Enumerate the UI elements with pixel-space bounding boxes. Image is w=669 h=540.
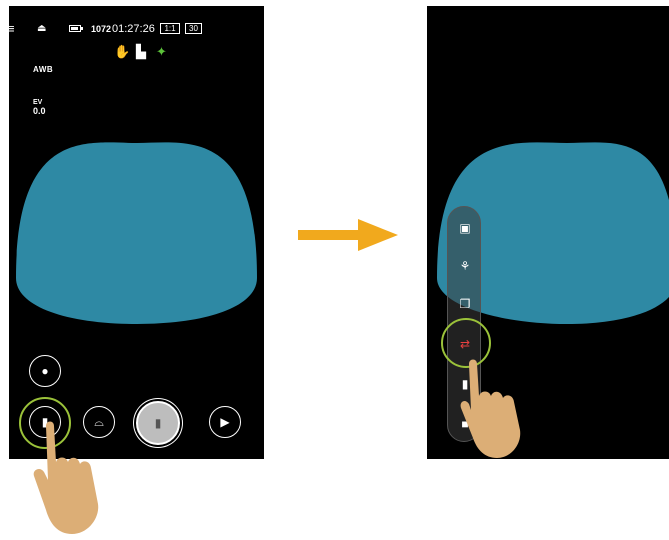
white-balance-label: AWB: [33, 65, 54, 74]
video-bike-icon: ⚘: [459, 259, 471, 273]
camera-screen-after: ▣ ⚘ ❐ ⇄ ▮ ■: [427, 6, 669, 459]
snapshot-button[interactable]: ●: [29, 355, 61, 387]
burst-icon: ❐: [459, 297, 471, 311]
time-remaining: 01:27:26: [112, 23, 155, 35]
video-camera-icon: ▮: [154, 416, 162, 430]
menu-icon[interactable]: ≡: [9, 20, 15, 38]
eject-icon[interactable]: ⏏: [37, 20, 46, 38]
ev-value: 0.0: [33, 106, 46, 116]
video-mode-icon: ▙: [136, 44, 146, 59]
playback-button[interactable]: ▶: [209, 406, 241, 438]
loop-recording-icon: ⇄: [459, 337, 471, 351]
shots-remaining: 1072: [91, 24, 112, 34]
record-button[interactable]: ▮: [136, 401, 180, 445]
stabilizer-icon: ✋: [114, 44, 131, 59]
battery-icon: [69, 25, 81, 32]
photo-frame-icon: ▣: [459, 221, 471, 235]
hand-pointer-icon: [33, 421, 99, 534]
arrow-right-icon: [298, 219, 398, 251]
aspect-ratio-badge: 1:1: [160, 23, 180, 34]
video-bike-mode-item[interactable]: ⚘: [448, 253, 482, 279]
loop-recording-mode-item[interactable]: ⇄: [448, 331, 482, 357]
photo-capture-icon: ●: [41, 364, 49, 378]
status-bar: ≡ ⏏ 1072 01:27:26 1:1 30: [9, 20, 264, 38]
photo-frame-mode-item[interactable]: ▣: [448, 215, 482, 241]
burst-mode-item[interactable]: ❐: [448, 291, 482, 317]
frame-rate-badge: 30: [185, 23, 202, 34]
hand-pointer-icon: [460, 359, 521, 458]
exposure-value: EV 0.0: [33, 98, 46, 116]
camera-screen-before: ≡ ⏏ 1072 01:27:26 1:1 30 ✋ ▙ ✦ AWB EV 0.…: [9, 6, 264, 459]
play-icon: ▶: [220, 415, 230, 429]
motion-icon: ✦: [156, 44, 167, 59]
